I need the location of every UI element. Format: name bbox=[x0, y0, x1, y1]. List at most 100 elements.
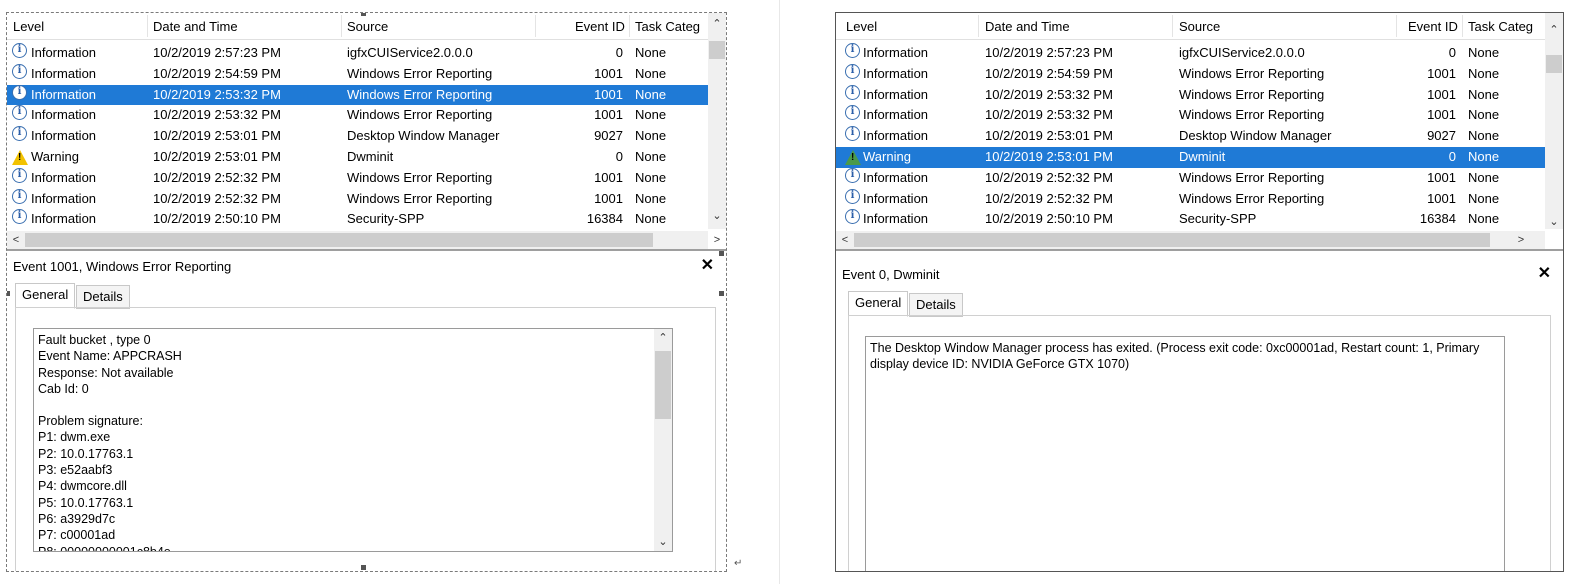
event-id-cell: 1001 bbox=[1427, 65, 1456, 81]
event-row[interactable]: i Information 10/2/2019 2:53:32 PM Windows … bbox=[7, 105, 708, 126]
info-icon: i bbox=[12, 43, 27, 58]
scrollbar-thumb[interactable] bbox=[709, 41, 725, 59]
info-icon: i bbox=[12, 63, 27, 79]
scroll-down-icon[interactable]: ⌄ bbox=[708, 209, 726, 223]
scroll-up-icon[interactable]: ⌃ bbox=[654, 331, 672, 345]
task-category-cell: None bbox=[1468, 128, 1500, 144]
scroll-down-icon[interactable]: ⌄ bbox=[654, 535, 672, 549]
event-row[interactable]: i Information 10/2/2019 2:53:32 PM Windows … bbox=[836, 105, 1545, 126]
detail-title: Event 1001, Windows Error Reporting bbox=[13, 259, 232, 274]
event-row[interactable]: i Information 10/2/2019 2:54:59 PM Windows … bbox=[836, 63, 1545, 85]
scroll-left-icon[interactable]: < bbox=[836, 233, 854, 247]
event-id-cell: 9027 bbox=[1427, 128, 1456, 144]
scroll-right-icon[interactable]: > bbox=[1512, 233, 1530, 247]
task-category-cell: None bbox=[635, 86, 667, 102]
datetime-cell: 10/2/2019 2:52:32 PM bbox=[985, 169, 1113, 185]
column-source[interactable]: Source bbox=[347, 19, 388, 34]
event-row[interactable]: i Information 10/2/2019 2:50:10 PM Security… bbox=[836, 209, 1545, 230]
close-icon[interactable]: ✕ bbox=[701, 255, 714, 275]
info-icon: i bbox=[845, 43, 860, 58]
event-row[interactable]: i Information 10/2/2019 2:53:01 PM Desktop … bbox=[836, 126, 1545, 147]
column-event-id[interactable]: Event ID bbox=[575, 19, 625, 34]
event-row[interactable]: i Information 10/2/2019 2:57:23 PM igfxCUIS… bbox=[7, 43, 708, 64]
column-source[interactable]: Source bbox=[1179, 19, 1220, 34]
event-row[interactable]: Warning 10/2/2019 2:53:01 PM Dwminit 0 None bbox=[7, 147, 708, 168]
scrollbar-thumb[interactable] bbox=[1546, 55, 1562, 73]
level-cell: Information bbox=[31, 65, 97, 81]
source-cell: Windows Error Reporting bbox=[1179, 190, 1325, 206]
event-row[interactable]: i Information 10/2/2019 2:53:01 PM Desktop … bbox=[7, 126, 708, 147]
scroll-up-icon[interactable]: ⌃ bbox=[1545, 23, 1563, 37]
event-row[interactable]: i Information 10/2/2019 2:57:23 PM igfxCUIS… bbox=[836, 43, 1545, 64]
vertical-scrollbar[interactable]: ⌃ ⌄ bbox=[708, 13, 726, 229]
description-line: Event Name: APPCRASH bbox=[38, 349, 182, 364]
description-line: P4: dwmcore.dll bbox=[38, 479, 127, 494]
level-cell: Information bbox=[31, 128, 97, 144]
column-datetime[interactable]: Date and Time bbox=[153, 19, 238, 34]
event-id-cell: 9027 bbox=[594, 128, 623, 144]
event-row[interactable]: i Information 10/2/2019 2:53:32 PM Windows … bbox=[836, 84, 1545, 106]
event-row[interactable]: Warning 10/2/2019 2:53:01 PM Dwminit 0 None bbox=[836, 146, 1545, 168]
resize-handle[interactable] bbox=[719, 251, 724, 256]
source-cell: Windows Error Reporting bbox=[347, 107, 493, 123]
task-category-cell: None bbox=[1468, 211, 1500, 227]
scroll-up-icon[interactable]: ⌃ bbox=[708, 17, 726, 31]
vertical-scrollbar[interactable]: ⌃ ⌄ bbox=[1545, 13, 1563, 229]
task-category-cell: None bbox=[1468, 65, 1500, 81]
resize-handle[interactable] bbox=[719, 291, 724, 296]
column-task-category[interactable]: Task Categ bbox=[635, 19, 700, 34]
level-cell: Information bbox=[863, 190, 929, 206]
scroll-left-icon[interactable]: < bbox=[7, 233, 25, 247]
datetime-cell: 10/2/2019 2:53:32 PM bbox=[985, 86, 1113, 102]
resize-handle[interactable] bbox=[361, 565, 366, 570]
event-row[interactable]: i Information 10/2/2019 2:52:32 PM Windows … bbox=[836, 167, 1545, 189]
task-category-cell: None bbox=[635, 107, 667, 123]
source-cell: Windows Error Reporting bbox=[347, 65, 493, 81]
info-icon: i bbox=[845, 209, 860, 225]
event-id-cell: 1001 bbox=[594, 65, 623, 81]
tab-general[interactable]: General bbox=[15, 283, 76, 309]
event-description[interactable]: ⌃ ⌄ Fault bucket , type 0 Event Name: APP… bbox=[33, 328, 673, 552]
event-id-cell: 0 bbox=[615, 45, 623, 60]
task-category-cell: None bbox=[635, 190, 667, 206]
event-description[interactable]: The Desktop Window Manager process has e… bbox=[865, 336, 1505, 571]
paragraph-mark-icon: ↵ bbox=[734, 558, 743, 569]
scroll-right-icon[interactable]: > bbox=[708, 233, 726, 247]
column-task-category[interactable]: Task Categ bbox=[1468, 19, 1533, 34]
info-icon: i bbox=[845, 84, 860, 100]
column-event-id[interactable]: Event ID bbox=[1408, 19, 1458, 34]
datetime-cell: 10/2/2019 2:52:32 PM bbox=[985, 190, 1113, 206]
column-datetime[interactable]: Date and Time bbox=[985, 19, 1070, 34]
close-icon[interactable]: ✕ bbox=[1538, 263, 1551, 283]
event-row[interactable]: i Information 10/2/2019 2:52:32 PM Windows … bbox=[7, 167, 708, 189]
column-level[interactable]: Level bbox=[846, 19, 877, 34]
datetime-cell: 10/2/2019 2:52:32 PM bbox=[153, 169, 281, 185]
event-row[interactable]: i Information 10/2/2019 2:54:59 PM Windows … bbox=[7, 63, 708, 85]
vertical-scrollbar[interactable]: ⌃ ⌄ bbox=[654, 329, 672, 551]
source-cell: Dwminit bbox=[1179, 148, 1226, 164]
info-icon: i bbox=[12, 188, 27, 204]
resize-handle[interactable] bbox=[361, 13, 366, 16]
event-row[interactable]: i Information 10/2/2019 2:52:32 PM Windows … bbox=[836, 188, 1545, 210]
scroll-down-icon[interactable]: ⌄ bbox=[1545, 215, 1563, 229]
source-cell: igfxCUIService2.0.0.0 bbox=[1179, 45, 1305, 60]
scrollbar-thumb[interactable] bbox=[655, 351, 671, 419]
resize-handle[interactable] bbox=[7, 291, 10, 296]
event-row[interactable]: i Information 10/2/2019 2:52:32 PM Windows … bbox=[7, 188, 708, 210]
tab-details[interactable]: Details bbox=[76, 285, 130, 309]
level-cell: Information bbox=[31, 190, 97, 206]
source-cell: Windows Error Reporting bbox=[1179, 107, 1325, 123]
horizontal-scrollbar[interactable]: < > bbox=[836, 231, 1545, 249]
event-row[interactable]: i Information 10/2/2019 2:53:32 PM Windows … bbox=[7, 84, 708, 106]
event-row[interactable]: i Information 10/2/2019 2:50:10 PM Security… bbox=[7, 209, 708, 230]
column-level[interactable]: Level bbox=[13, 19, 44, 34]
scrollbar-thumb[interactable] bbox=[25, 233, 653, 247]
source-cell: Windows Error Reporting bbox=[347, 169, 493, 185]
tab-general[interactable]: General bbox=[848, 291, 909, 317]
level-cell: Information bbox=[863, 65, 929, 81]
level-cell: Information bbox=[31, 45, 97, 60]
info-icon: i bbox=[845, 126, 860, 142]
scrollbar-thumb[interactable] bbox=[854, 233, 1490, 247]
tab-details[interactable]: Details bbox=[909, 293, 963, 317]
horizontal-scrollbar[interactable]: < > bbox=[7, 231, 720, 249]
